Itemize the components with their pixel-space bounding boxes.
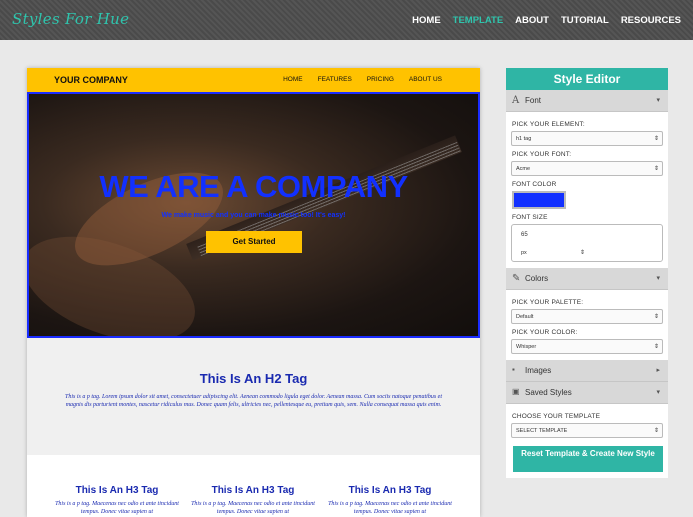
palette-select-value: Default: [516, 314, 534, 320]
font-section-header[interactable]: A Font ▾: [506, 90, 668, 112]
font-color-label: FONT COLOR: [512, 181, 557, 188]
colors-section-header[interactable]: ✎ Colors ▾: [506, 268, 668, 290]
nav-home[interactable]: HOME: [412, 15, 441, 26]
column-paragraph[interactable]: This is a p tag. Maecenas nec odio et an…: [325, 500, 455, 516]
site-nav: HOME FEATURES PRICING ABOUT US: [268, 76, 442, 83]
font-select[interactable]: Acme ⇕: [511, 161, 663, 176]
chevron-down-icon: ▾: [656, 97, 660, 104]
select-arrows-icon: ⇕: [653, 428, 659, 434]
style-editor-panel: Style Editor A Font ▾ PICK YOUR ELEMENT:…: [506, 68, 668, 517]
top-nav: HOME TEMPLATE ABOUT TUTORIAL RESOURCES: [412, 0, 693, 40]
colors-section-body: PICK YOUR PALETTE: Default ⇕ PICK YOUR C…: [506, 290, 668, 360]
column-3: This Is An H3 Tag This is a p tag. Maece…: [325, 485, 455, 516]
hero-subtitle[interactable]: We make music and you can make music too…: [29, 212, 478, 219]
font-size-unit[interactable]: px: [521, 250, 527, 256]
h3-heading[interactable]: This Is An H3 Tag: [325, 485, 455, 496]
hero-title[interactable]: WE ARE A COMPANY: [29, 169, 478, 205]
images-section-label: Images: [525, 366, 552, 375]
font-select-value: Acme: [516, 166, 531, 172]
nav-resources[interactable]: RESOURCES: [621, 15, 681, 26]
h2-section: This Is An H2 Tag This is a p tag. Lorem…: [27, 338, 480, 455]
element-select[interactable]: h1 tag ⇕: [511, 131, 663, 146]
nav-template[interactable]: TEMPLATE: [453, 15, 504, 26]
pick-font-label: PICK YOUR FONT:: [512, 151, 572, 158]
select-arrows-icon: ⇕: [653, 314, 659, 320]
top-navbar: Styles For Hue HOME TEMPLATE ABOUT TUTOR…: [0, 0, 693, 40]
saved-styles-section-label: Saved Styles: [525, 388, 572, 397]
hero-section[interactable]: WE ARE A COMPANY We make music and you c…: [27, 92, 480, 338]
nav-tutorial[interactable]: TUTORIAL: [561, 15, 609, 26]
saved-styles-section-body: CHOOSE YOUR TEMPLATE SELECT TEMPLATE ⇕ R…: [506, 404, 668, 478]
saved-styles-section-header[interactable]: ▣ Saved Styles ▾: [506, 382, 668, 404]
font-color-swatch[interactable]: [512, 191, 566, 209]
image-icon: ▪: [512, 365, 515, 374]
site-nav-home[interactable]: HOME: [283, 76, 303, 83]
template-preview: YOUR COMPANY HOME FEATURES PRICING ABOUT…: [27, 68, 480, 517]
palette-label: PICK YOUR PALETTE:: [512, 299, 584, 306]
select-arrows-icon[interactable]: ⇕: [580, 249, 585, 256]
column-paragraph[interactable]: This is a p tag. Maecenas nec odio et an…: [188, 500, 318, 516]
select-arrows-icon: ⇕: [653, 136, 659, 142]
element-select-value: h1 tag: [516, 136, 532, 142]
site-nav-about-us[interactable]: ABOUT US: [409, 76, 442, 83]
colors-section-label: Colors: [525, 274, 549, 283]
chevron-down-icon: ▾: [656, 275, 660, 282]
company-name[interactable]: YOUR COMPANY: [54, 75, 128, 85]
nav-about[interactable]: ABOUT: [515, 15, 549, 26]
font-size-field[interactable]: 65 px ⇕: [511, 224, 663, 262]
app-logo[interactable]: Styles For Hue: [12, 10, 129, 28]
h3-heading[interactable]: This Is An H3 Tag: [52, 485, 182, 496]
chevron-right-icon: ▸: [656, 367, 660, 374]
paintbrush-icon: ✎: [512, 273, 521, 284]
column-paragraph[interactable]: This is a p tag. Maecenas nec odio et an…: [52, 500, 182, 516]
font-icon: A: [512, 95, 520, 106]
choose-template-label: CHOOSE YOUR TEMPLATE: [512, 413, 601, 420]
images-section-header[interactable]: ▪ Images ▸: [506, 360, 668, 382]
select-arrows-icon: ⇕: [653, 166, 659, 172]
h2-heading[interactable]: This Is An H2 Tag: [27, 371, 480, 386]
reset-template-button[interactable]: Reset Template & Create New Style: [513, 446, 663, 472]
template-select-value: SELECT TEMPLATE: [516, 428, 568, 434]
color-select-value: Whisper: [516, 344, 537, 350]
columns-section: This Is An H3 Tag This is a p tag. Maece…: [27, 455, 480, 517]
h3-heading[interactable]: This Is An H3 Tag: [188, 485, 318, 496]
paragraph[interactable]: This is a p tag. Lorem ipsum dolor sit a…: [57, 393, 450, 409]
style-editor-title: Style Editor: [506, 68, 668, 90]
color-select[interactable]: Whisper ⇕: [511, 339, 663, 354]
font-section-body: PICK YOUR ELEMENT: h1 tag ⇕ PICK YOUR FO…: [506, 112, 668, 268]
site-nav-pricing[interactable]: PRICING: [367, 76, 394, 83]
pick-element-label: PICK YOUR ELEMENT:: [512, 121, 585, 128]
palette-select[interactable]: Default ⇕: [511, 309, 663, 324]
select-arrows-icon: ⇕: [653, 344, 659, 350]
save-icon: ▣: [512, 387, 520, 396]
column-1: This Is An H3 Tag This is a p tag. Maece…: [52, 485, 182, 516]
font-size-label: FONT SIZE: [512, 214, 548, 221]
site-header: YOUR COMPANY HOME FEATURES PRICING ABOUT…: [27, 68, 480, 92]
color-label: PICK YOUR COLOR:: [512, 329, 578, 336]
site-nav-features[interactable]: FEATURES: [318, 76, 352, 83]
font-size-value[interactable]: 65: [521, 232, 528, 238]
template-select[interactable]: SELECT TEMPLATE ⇕: [511, 423, 663, 438]
font-section-label: Font: [525, 96, 542, 105]
column-2: This Is An H3 Tag This is a p tag. Maece…: [188, 485, 318, 516]
get-started-button[interactable]: Get Started: [206, 231, 302, 253]
chevron-down-icon: ▾: [656, 389, 660, 396]
